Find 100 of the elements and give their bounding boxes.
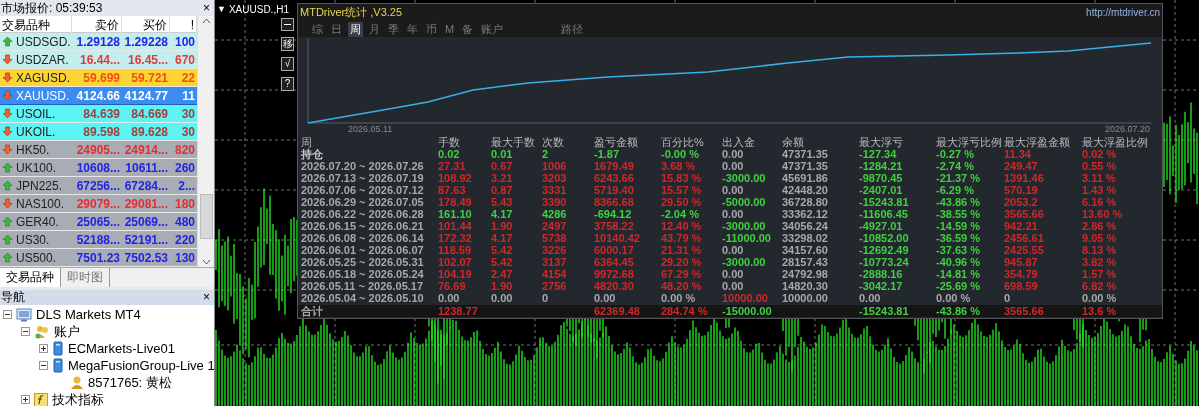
column-header: 周 [301, 137, 312, 148]
table-cell: 3758.22 [594, 220, 634, 232]
column-header: 最大浮亏比例 [936, 137, 1003, 148]
table-cell: 570.19 [1004, 184, 1038, 196]
symbol-text: XAGUSD. [16, 69, 70, 87]
column-header: 出入金 [722, 137, 756, 148]
table-cell: -694.12 [594, 208, 632, 220]
table-cell: 33362.12 [782, 208, 828, 220]
table-cell: 持仓 [301, 148, 323, 160]
column-header: 最大浮亏 [859, 137, 904, 148]
tool-button[interactable]: √ [281, 57, 294, 71]
tab[interactable]: 季 [386, 21, 401, 37]
menu-glyph[interactable]: ▼ [217, 2, 226, 17]
table-cell: 29.50 % [661, 196, 702, 208]
expand-toggle[interactable] [39, 344, 48, 354]
server-icon [52, 358, 64, 374]
symbol-text: USDZAR. [16, 51, 69, 69]
tree-item[interactable]: MegaFusionGroup-Live 1 [68, 356, 214, 376]
table-cell: 2756 [542, 280, 567, 292]
table-cell: 1.57 % [1082, 268, 1117, 280]
tab[interactable]: 备 [460, 21, 476, 37]
table-cell: 42448.20 [782, 184, 828, 196]
tree-item[interactable]: DLS Markets MT4 [36, 305, 141, 325]
price-text: 30 [181, 125, 195, 138]
table-cell: -38.55 % [936, 208, 981, 220]
price-text: 130 [174, 251, 195, 264]
minimize-button[interactable] [281, 18, 294, 31]
table-cell: 0.01 [491, 148, 513, 160]
expand-toggle[interactable] [21, 395, 30, 405]
collapse-toggle[interactable] [3, 310, 12, 320]
symbol-text: NAS100. [16, 195, 65, 213]
table-cell: 76.69 [438, 280, 466, 292]
table-cell: -12692.49 [859, 244, 909, 256]
price-text: 4124.77 [124, 89, 168, 102]
table-cell: 942.21 [1004, 220, 1038, 232]
table-cell: 698.59 [1004, 280, 1038, 292]
tool-button[interactable]: ? [281, 77, 294, 91]
tree-item[interactable]: 技术指标 [52, 390, 104, 406]
price-text: 10608... [76, 161, 120, 174]
table-cell: -3000.00 [722, 172, 766, 184]
table-cell: 6.16 % [1082, 196, 1117, 208]
table-cell: 172.32 [438, 232, 472, 244]
price-text: 24905... [76, 143, 120, 156]
tab[interactable]: 交易品种 [0, 267, 61, 287]
table-cell: -15000.00 [722, 305, 772, 317]
table-cell: 2053.2 [1004, 196, 1038, 208]
table-cell: 5.43 [491, 196, 513, 208]
tab[interactable]: 年 [405, 21, 420, 37]
table-cell: 1391.46 [1004, 172, 1044, 184]
table-cell: 6364.45 [594, 256, 634, 268]
price-text: 67284... [124, 179, 168, 192]
price-text: 89.628 [131, 125, 168, 138]
price-text: 820 [174, 143, 195, 156]
scroll-up-icon[interactable] [201, 17, 211, 24]
tree-item[interactable]: 账户 [54, 322, 80, 342]
table-cell: 2026.06.08 ~ 2026.06.14 [301, 232, 424, 244]
table-cell: 1.90 [491, 220, 513, 232]
table-cell: 0.00 [722, 208, 744, 220]
close-button[interactable]: × [203, 291, 210, 304]
tree-item[interactable]: 8571765: 黄松 [88, 373, 172, 393]
table-cell: -10852.00 [859, 232, 909, 244]
table-cell: 0.00 [722, 184, 744, 196]
collapse-toggle[interactable] [39, 361, 48, 371]
website-link[interactable]: http://mtdriver.cn [1086, 5, 1160, 20]
tab[interactable]: 月 [367, 21, 382, 37]
tab[interactable]: 周 [348, 21, 363, 37]
tab[interactable]: 日 [329, 21, 344, 37]
table-cell: 2026.07.13 ~ 2026.07.19 [301, 172, 424, 184]
table-cell: -9870.45 [859, 172, 903, 184]
tab[interactable]: 账户 [479, 21, 506, 37]
scrollbar-thumb[interactable] [199, 193, 213, 239]
price-text: 59.699 [83, 71, 120, 84]
tab[interactable]: 币 [424, 21, 439, 37]
table-cell: 3203 [542, 172, 567, 184]
scroll-down-icon[interactable] [201, 258, 211, 265]
column-header: 次数 [542, 137, 565, 148]
table-cell: 3.82 % [1082, 256, 1117, 268]
scrollbar[interactable] [197, 15, 214, 267]
tab[interactable]: M [443, 21, 457, 37]
table-cell: 2.47 [491, 268, 513, 280]
tab[interactable]: 综 [310, 21, 325, 37]
table-cell: 102.07 [438, 256, 472, 268]
table-cell: 1006 [542, 160, 567, 172]
tool-button[interactable]: 移 [281, 37, 294, 51]
path-button[interactable]: 路径 [561, 23, 584, 35]
table-cell: 3.68 % [661, 160, 696, 172]
close-button[interactable]: × [203, 1, 210, 14]
price-text: 1.29228 [124, 35, 168, 48]
table-cell: 3565.66 [1004, 208, 1044, 220]
table-cell: 161.10 [438, 208, 472, 220]
table-cell: 29.20 % [661, 256, 702, 268]
tree-item[interactable]: ECMarkets-Live01 [68, 339, 175, 359]
collapse-toggle[interactable] [21, 327, 30, 337]
price-text: 180 [174, 197, 195, 210]
table-cell: -40.96 % [936, 256, 981, 268]
table-cell: 3331 [542, 184, 567, 196]
server-icon [52, 341, 64, 357]
table-cell: -25.69 % [936, 280, 981, 292]
table-cell: -2.74 % [936, 160, 974, 172]
table-cell: 62369.48 [594, 305, 640, 317]
